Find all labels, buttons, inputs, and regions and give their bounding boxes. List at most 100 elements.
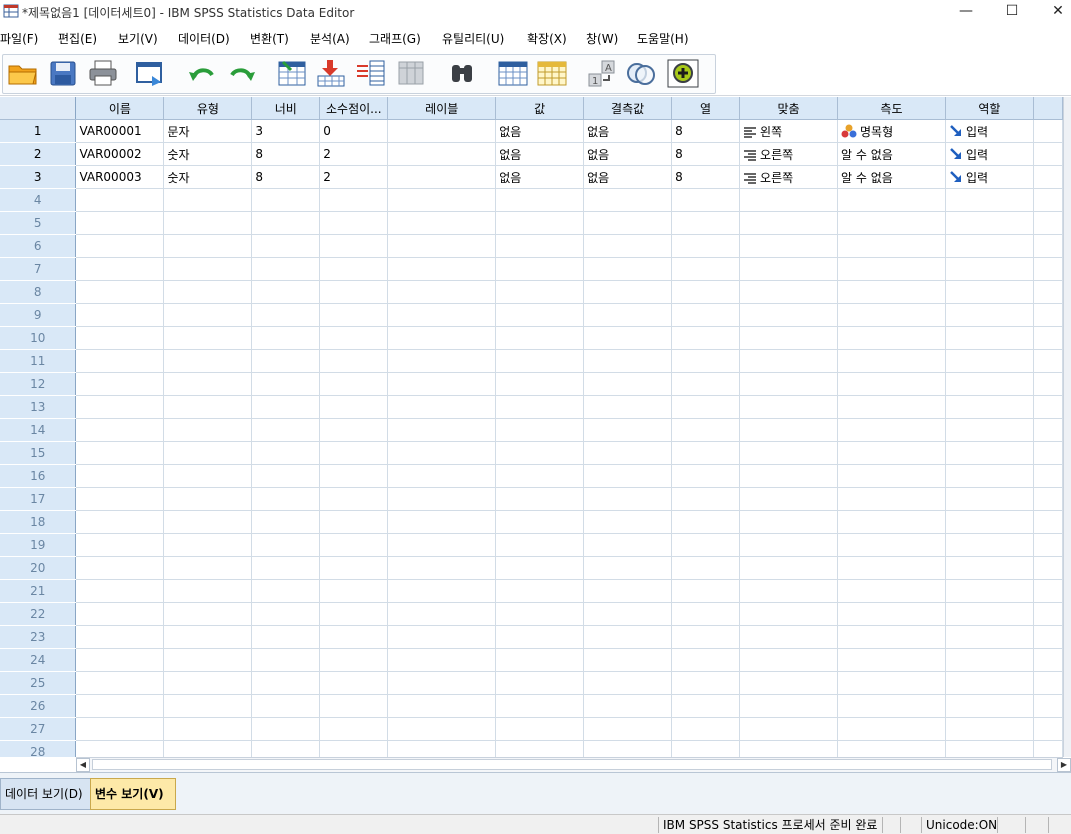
cell-name[interactable]: VAR00002	[75, 142, 165, 166]
cell-label[interactable]	[387, 372, 497, 396]
cell-width[interactable]	[251, 188, 321, 212]
cell-role[interactable]	[945, 395, 1034, 419]
cell-role[interactable]	[945, 671, 1034, 695]
cell-columns[interactable]	[671, 211, 741, 235]
cell-width[interactable]	[251, 694, 321, 718]
cell-values[interactable]	[495, 740, 585, 757]
cell-type[interactable]	[163, 464, 253, 488]
cell-missing[interactable]	[583, 441, 673, 465]
horizontal-scroll-thumb[interactable]	[92, 759, 1052, 770]
cell-missing[interactable]: 없음	[583, 119, 673, 143]
cell-role[interactable]	[945, 257, 1034, 281]
cell-columns[interactable]	[671, 740, 741, 757]
cell-decimals[interactable]	[319, 349, 389, 373]
cell-align[interactable]: 오른쪽	[739, 142, 838, 166]
row-header[interactable]: 8	[0, 280, 77, 304]
cell-role[interactable]	[945, 648, 1034, 672]
cell-role[interactable]: 입력	[945, 142, 1034, 166]
row-header[interactable]: 16	[0, 464, 77, 488]
row-header[interactable]: 9	[0, 303, 77, 327]
cell-name[interactable]	[75, 602, 165, 626]
use-variable-sets-icon[interactable]	[624, 58, 658, 88]
cell-label[interactable]	[387, 142, 497, 166]
cell-role[interactable]	[945, 487, 1034, 511]
cell-missing[interactable]	[583, 556, 673, 580]
cell-type[interactable]	[163, 694, 253, 718]
cell-values[interactable]	[495, 625, 585, 649]
cell-measure[interactable]	[837, 395, 946, 419]
cell-name[interactable]	[75, 671, 165, 695]
show-all-variables-icon[interactable]	[666, 58, 700, 88]
cell-label[interactable]	[387, 234, 497, 258]
column-header-role[interactable]: 역할	[945, 97, 1034, 120]
cell-label[interactable]	[387, 602, 497, 626]
cell-label[interactable]	[387, 441, 497, 465]
cell-type[interactable]	[163, 211, 253, 235]
cell-missing[interactable]	[583, 579, 673, 603]
cell-label[interactable]	[387, 740, 497, 757]
cell-decimals[interactable]	[319, 303, 389, 327]
cell-role[interactable]	[945, 303, 1034, 327]
cell-role[interactable]	[945, 349, 1034, 373]
menu-analyze[interactable]: 분석(A)	[310, 30, 350, 47]
cell-name[interactable]	[75, 395, 165, 419]
cell-columns[interactable]	[671, 533, 741, 557]
cell-type[interactable]	[163, 395, 253, 419]
cell-role[interactable]	[945, 533, 1034, 557]
cell-type[interactable]	[163, 188, 253, 212]
column-header-columns[interactable]: 열	[671, 97, 741, 120]
cell-name[interactable]	[75, 464, 165, 488]
cell-name[interactable]	[75, 418, 165, 442]
cell-decimals[interactable]	[319, 395, 389, 419]
cell-label[interactable]	[387, 717, 497, 741]
row-header[interactable]: 18	[0, 510, 77, 534]
cell-values[interactable]	[495, 188, 585, 212]
cell-align[interactable]	[739, 326, 838, 350]
cell-align[interactable]	[739, 257, 838, 281]
cell-role[interactable]	[945, 441, 1034, 465]
cell-width[interactable]	[251, 441, 321, 465]
cell-columns[interactable]	[671, 303, 741, 327]
cell-align[interactable]	[739, 234, 838, 258]
variable-grid[interactable]: 이름 유형 너비 소수점이... 레이블 값 결측값 열 맞춤 측도 역할 1 …	[0, 97, 1063, 757]
cell-measure[interactable]	[837, 326, 946, 350]
cell-decimals[interactable]	[319, 510, 389, 534]
menu-data[interactable]: 데이터(D)	[178, 30, 230, 47]
cell-decimals[interactable]	[319, 441, 389, 465]
cell-measure[interactable]	[837, 280, 946, 304]
cell-values[interactable]	[495, 533, 585, 557]
cell-width[interactable]: 3	[251, 119, 321, 143]
cell-name[interactable]: VAR00003	[75, 165, 165, 189]
value-labels-icon[interactable]: A1	[586, 58, 620, 88]
cell-values[interactable]	[495, 234, 585, 258]
cell-width[interactable]	[251, 303, 321, 327]
cell-type[interactable]: 문자	[163, 119, 253, 143]
cell-columns[interactable]: 8	[671, 165, 741, 189]
cell-columns[interactable]	[671, 418, 741, 442]
menu-help[interactable]: 도움말(H)	[637, 30, 689, 47]
go-to-case-icon[interactable]	[275, 58, 309, 88]
vertical-scrollbar[interactable]	[1063, 97, 1071, 757]
cell-align[interactable]	[739, 740, 838, 757]
cell-width[interactable]	[251, 372, 321, 396]
row-header[interactable]: 25	[0, 671, 77, 695]
row-header[interactable]: 3	[0, 165, 77, 189]
cell-decimals[interactable]	[319, 533, 389, 557]
insert-variable-icon[interactable]	[535, 58, 569, 88]
cell-columns[interactable]	[671, 579, 741, 603]
row-header[interactable]: 28	[0, 740, 77, 757]
cell-decimals[interactable]	[319, 257, 389, 281]
spss-app-icon[interactable]	[3, 3, 19, 19]
cell-role[interactable]	[945, 464, 1034, 488]
variables-icon[interactable]	[354, 58, 388, 88]
cell-name[interactable]	[75, 625, 165, 649]
cell-values[interactable]	[495, 211, 585, 235]
cell-width[interactable]: 8	[251, 165, 321, 189]
cell-width[interactable]	[251, 257, 321, 281]
find-icon[interactable]	[446, 58, 480, 88]
cell-columns[interactable]	[671, 441, 741, 465]
cell-align[interactable]	[739, 510, 838, 534]
cell-decimals[interactable]	[319, 694, 389, 718]
cell-columns[interactable]	[671, 372, 741, 396]
cell-name[interactable]	[75, 579, 165, 603]
